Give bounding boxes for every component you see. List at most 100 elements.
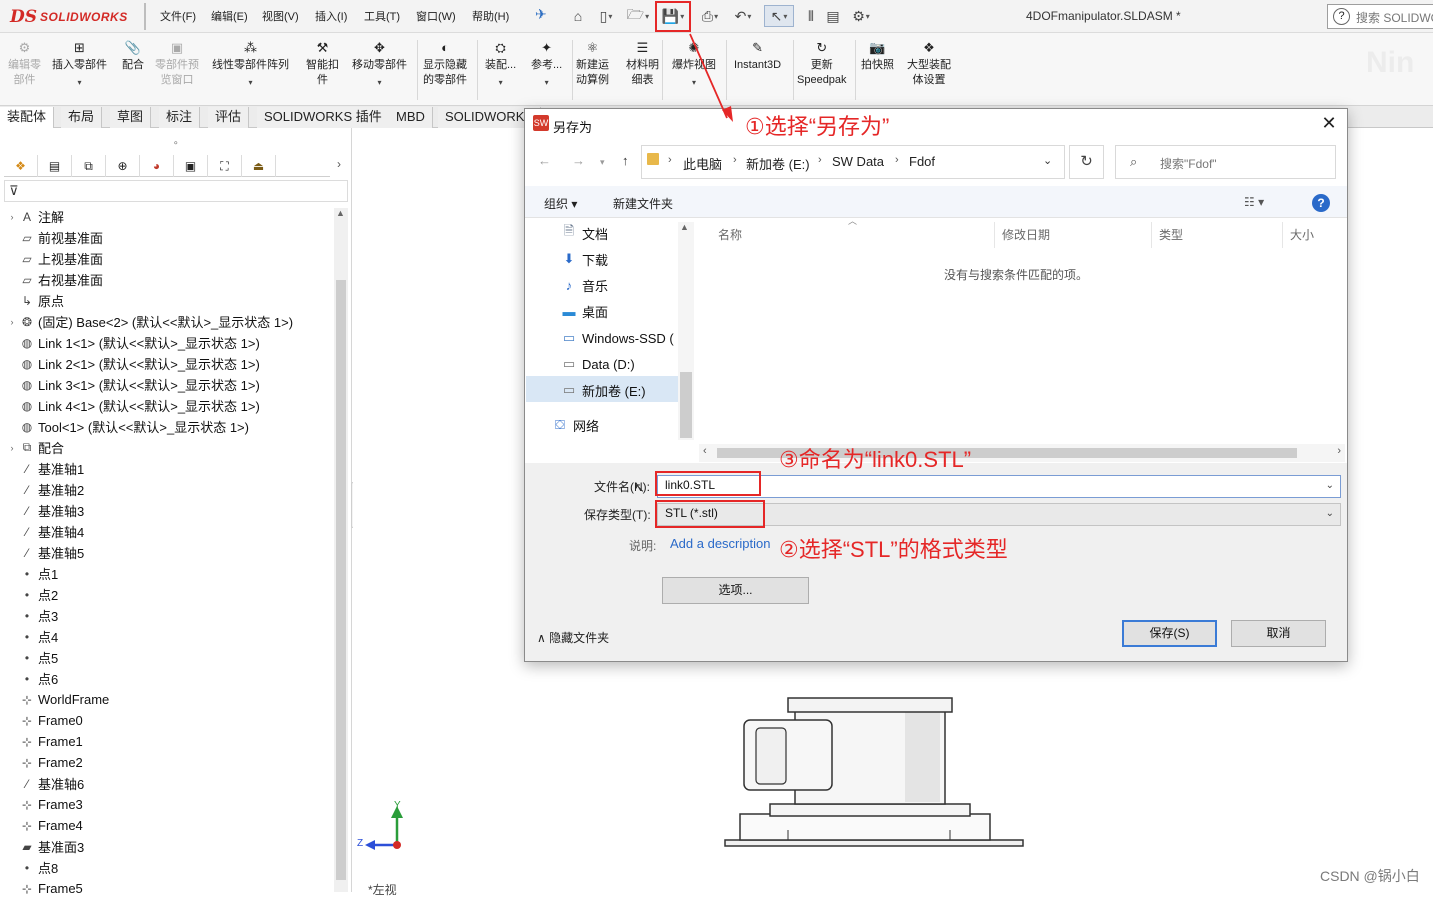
breadcrumb-drive-e[interactable]: 新加卷 (E:) xyxy=(746,154,810,173)
column-divider[interactable] xyxy=(1151,222,1152,248)
tab-mbd[interactable]: MBD xyxy=(389,107,433,128)
tree-item[interactable]: • 点5 xyxy=(6,647,58,668)
tree-item[interactable]: ▱ 前视基准面 xyxy=(6,227,103,248)
feature-manager-tab-icon[interactable]: ❖ xyxy=(4,155,38,177)
tree-item[interactable]: ⁄ 基准轴4 xyxy=(6,521,84,542)
menu-view[interactable]: 视图(V) xyxy=(262,8,299,24)
nav-item[interactable]: 🗎 文档 xyxy=(560,221,608,245)
filetype-dropdown-icon[interactable]: ⌄ xyxy=(1326,508,1334,519)
flow-tab-icon[interactable]: ⏏ xyxy=(242,155,276,177)
tree-item[interactable]: ⊹ WorldFrame xyxy=(6,689,109,710)
forward-arrow-icon[interactable]: → xyxy=(572,153,585,168)
column-divider[interactable] xyxy=(1282,222,1283,248)
tree-item[interactable]: ▰ 基准面3 xyxy=(6,836,84,857)
folder-search-input[interactable]: ⌕ 搜索"Fdof" xyxy=(1115,145,1336,179)
tree-scrollbar[interactable]: ▲ xyxy=(334,208,348,892)
insert-component-dropdown-icon[interactable]: ▾ xyxy=(77,75,81,90)
tree-item[interactable]: • 点8 xyxy=(6,857,58,878)
dimxpert-tab-icon[interactable]: ⊕ xyxy=(106,155,140,177)
options-button[interactable]: 选项... xyxy=(662,577,809,604)
take-snapshot-button[interactable]: 📷 拍快照 xyxy=(861,38,894,73)
open-folder-icon[interactable]: 🗁 ▾ xyxy=(624,5,652,27)
pin-menu-icon[interactable]: ✈ xyxy=(535,6,547,23)
nav-item[interactable]: ▭ Windows-SSD ( xyxy=(560,326,674,350)
home-icon[interactable]: ⌂ xyxy=(568,5,588,27)
nav-pane-scrollbar[interactable]: ▲ xyxy=(678,222,694,440)
tree-item[interactable]: ⁄ 基准轴6 xyxy=(6,773,84,794)
large-assembly-button[interactable]: ❖ 大型装配 体设置 xyxy=(907,38,951,88)
search-commands-input[interactable]: ? 搜索 SOLIDWO xyxy=(1327,4,1433,29)
linear-pattern-dropdown-icon[interactable]: ▾ xyxy=(248,75,252,90)
up-arrow-icon[interactable]: ↑ xyxy=(622,153,629,168)
breadcrumb-fdof[interactable]: Fdof xyxy=(909,154,935,169)
menu-edit[interactable]: 编辑(E) xyxy=(211,8,248,24)
tree-item[interactable]: › ⧉ 配合 xyxy=(6,437,65,458)
hide-folders-toggle[interactable]: ∧ 隐藏文件夹 xyxy=(537,629,609,646)
display-manager-tab-icon[interactable]: ◕ xyxy=(140,155,174,177)
nav-item[interactable]: ▭ Data (D:) xyxy=(560,352,635,376)
save-button[interactable]: 保存(S) xyxy=(1122,620,1217,647)
tree-item[interactable]: ⁄ 基准轴3 xyxy=(6,500,84,521)
menu-tools[interactable]: 工具(T) xyxy=(364,8,400,24)
panel-drag-dot[interactable]: ⚬ xyxy=(172,138,180,149)
nav-item[interactable]: ▭ 新加卷 (E:) xyxy=(560,378,646,402)
tree-item[interactable]: ↳ 原点 xyxy=(6,290,64,311)
view-options-icon[interactable]: ☷ ▾ xyxy=(1244,195,1264,209)
recent-locations-chevron-icon[interactable]: ▾ xyxy=(600,157,605,168)
tree-item[interactable]: ⊹ Frame3 xyxy=(6,794,83,815)
tree-item[interactable]: ◍ Link 2<1> (默认<<默认>_显示状态 1>) xyxy=(6,353,260,374)
filename-dropdown-icon[interactable]: ⌄ xyxy=(1326,480,1334,491)
tree-item[interactable]: • 点3 xyxy=(6,605,58,626)
tabs-scroll-right-icon[interactable]: › xyxy=(337,157,341,171)
reference-geometry-button[interactable]: ✦ 参考... ▾ xyxy=(531,38,562,90)
close-dialog-button[interactable]: ✕ xyxy=(1318,113,1340,135)
bill-of-materials-button[interactable]: ☰ 材料明 细表 xyxy=(626,38,659,88)
new-file-icon[interactable]: ▯ ▾ xyxy=(592,5,620,27)
tree-item[interactable]: ⊹ Frame4 xyxy=(6,815,83,836)
tree-item[interactable]: • 点4 xyxy=(6,626,58,647)
tab-sketch[interactable]: 草图 xyxy=(110,107,152,128)
column-header-type[interactable]: 类型 xyxy=(1159,226,1183,243)
cancel-button[interactable]: 取消 xyxy=(1231,620,1326,647)
tree-item[interactable]: ▱ 右视基准面 xyxy=(6,269,103,290)
new-motion-study-button[interactable]: ⚛ 新建运 动算例 xyxy=(576,38,609,88)
menu-help[interactable]: 帮助(H) xyxy=(472,8,509,24)
breadcrumb-this-pc[interactable]: 此电脑 xyxy=(683,154,722,173)
tree-item[interactable]: ◍ Link 4<1> (默认<<默认>_显示状态 1>) xyxy=(6,395,260,416)
column-divider[interactable] xyxy=(994,222,995,248)
back-arrow-icon[interactable]: ← xyxy=(538,153,551,168)
simulation-tab-icon[interactable]: ⛶ xyxy=(208,155,242,177)
tree-item[interactable]: ⊹ Frame0 xyxy=(6,710,83,731)
assembly-features-button[interactable]: ⛭ 装配... ▾ xyxy=(485,38,516,90)
menu-insert[interactable]: 插入(I) xyxy=(315,8,347,24)
expand-arrow-icon[interactable]: › xyxy=(6,317,18,327)
add-description-link[interactable]: Add a description xyxy=(670,536,770,551)
nav-item[interactable]: ▬ 桌面 xyxy=(560,299,609,323)
expand-arrow-icon[interactable]: › xyxy=(6,212,18,222)
tab-layout[interactable]: 布局 xyxy=(61,107,103,128)
tree-item[interactable]: • 点2 xyxy=(6,584,58,605)
nav-item[interactable]: ⛋ 网络 xyxy=(551,413,599,437)
update-speedpak-button[interactable]: ↻ 更新 Speedpak xyxy=(797,38,847,88)
show-hidden-button[interactable]: ◐ 显示隐藏 的零部件 xyxy=(423,38,467,88)
tree-item[interactable]: ◍ Link 1<1> (默认<<默认>_显示状态 1>) xyxy=(6,332,260,353)
tree-item[interactable]: • 点6 xyxy=(6,668,58,689)
cam-tab-icon[interactable]: ▣ xyxy=(174,155,208,177)
tab-assembly[interactable]: 装配体 xyxy=(0,107,55,128)
column-header-size[interactable]: 大小 xyxy=(1290,226,1314,243)
exploded-view-button[interactable]: ✺ 爆炸视图 ▾ xyxy=(672,38,716,90)
tree-item[interactable]: › A 注解 xyxy=(6,206,65,227)
move-component-button[interactable]: ✥ 移动零部件 ▾ xyxy=(352,38,407,90)
breadcrumb-sw-data[interactable]: SW Data xyxy=(832,154,884,169)
tree-item[interactable]: ⁄ 基准轴2 xyxy=(6,479,84,500)
refresh-icon[interactable]: ↻ xyxy=(1069,145,1104,179)
select-arrow-icon[interactable]: ↖ ▾ xyxy=(764,5,794,27)
tree-item[interactable]: ⊹ Frame1 xyxy=(6,731,83,752)
exploded-view-dropdown-icon[interactable]: ▾ xyxy=(692,75,696,90)
column-header-modified[interactable]: 修改日期 xyxy=(1002,226,1050,243)
tree-item[interactable]: ▱ 上视基准面 xyxy=(6,248,103,269)
tree-item[interactable]: ◍ Link 3<1> (默认<<默认>_显示状态 1>) xyxy=(6,374,260,395)
smart-fasteners-button[interactable]: ⚒ 智能扣件 xyxy=(306,38,339,88)
nav-item[interactable]: ⬇ 下载 xyxy=(560,247,608,271)
property-manager-tab-icon[interactable]: ▤ xyxy=(38,155,72,177)
